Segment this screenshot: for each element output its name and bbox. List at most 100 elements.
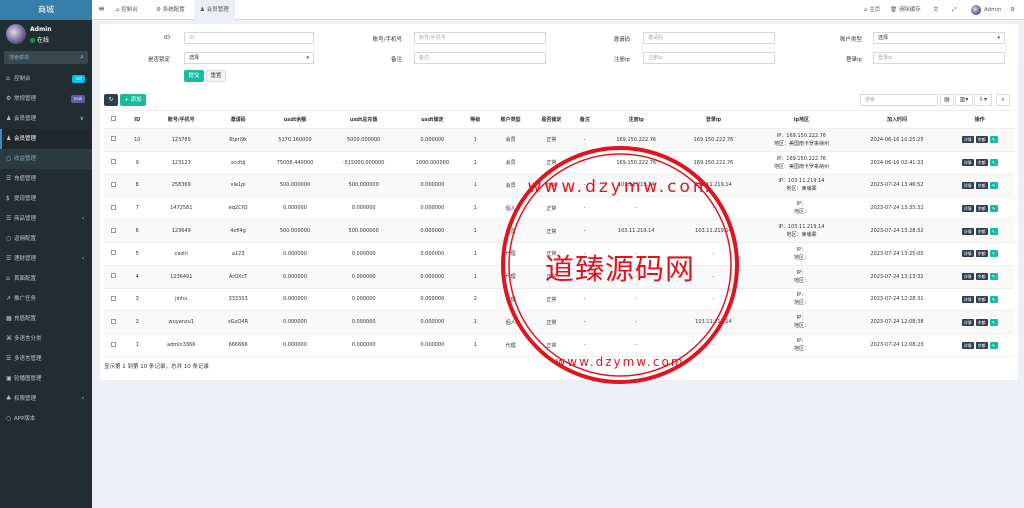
row-checkbox-cell[interactable] [104,151,124,175]
row-checkbox[interactable] [111,295,117,301]
balance-button[interactable]: 余额 [975,227,988,235]
reset-button[interactable]: 重置 [206,70,226,82]
detail-button[interactable]: 详情 [961,341,974,349]
pencil-icon[interactable]: ✎ [989,181,998,189]
balance-button[interactable]: 余额 [975,341,988,349]
pencil-icon[interactable]: ✎ [989,341,998,349]
row-checkbox[interactable] [111,159,117,165]
sidebar-item-14[interactable]: ☰ 多语言管理 [0,349,92,369]
row-checkbox[interactable] [111,341,117,347]
detail-button[interactable]: 详情 [961,273,974,281]
row-checkbox[interactable] [111,227,117,233]
row-checkbox[interactable] [111,318,117,324]
filter-account-type-select[interactable]: 选择 ▾ [873,32,1005,44]
detail-button[interactable]: 详情 [961,295,974,303]
sidebar-item-11[interactable]: ↗ 推广任务 [0,289,92,309]
search-icon[interactable]: ⌕ [996,94,1010,106]
row-checkbox-cell[interactable] [104,196,124,221]
balance-button[interactable]: 余额 [975,318,988,326]
refresh-button[interactable]: ↻ [104,94,118,106]
row-checkbox[interactable] [111,273,117,279]
sidebar-item-9[interactable]: ☰ 理财管理 ‹ [0,249,92,269]
tab-dashboard[interactable]: ⌂ 控制台 [110,0,144,20]
row-checkbox-cell[interactable] [104,310,124,335]
sidebar-item-12[interactable]: ▦ 充值配置 [0,309,92,329]
clear-cache-button[interactable]: 🗑 清除缓存 [890,0,921,20]
filter-reg-ip-input[interactable]: 注册ip [643,52,775,64]
balance-button[interactable]: 余额 [975,250,988,258]
sidebar-item-8[interactable]: ○ 返佣配置 [0,229,92,249]
row-checkbox-cell[interactable] [104,333,124,357]
pencil-icon[interactable]: ✎ [989,136,998,144]
sidebar-item-16[interactable]: ♣ 权限管理 ‹ [0,389,92,409]
detail-button[interactable]: 详情 [961,227,974,235]
columns-icon[interactable]: ▥▾ [955,94,973,106]
sidebar-item-3[interactable]: ♟ 会员管理 [0,129,92,149]
row-checkbox-cell[interactable] [104,219,124,243]
pencil-icon[interactable]: ✎ [989,250,998,258]
fullscreen-icon[interactable]: ⤢ [952,0,956,20]
row-checkbox-cell[interactable] [104,288,124,312]
row-checkbox-cell[interactable] [104,265,124,289]
tab-member-management[interactable]: ♟ 会员管理 [194,0,235,20]
row-checkbox-cell[interactable] [104,174,124,198]
balance-button[interactable]: 余额 [975,159,988,167]
pencil-icon[interactable]: ✎ [989,295,998,303]
sidebar-item-17[interactable]: ○ APP版本 [0,409,92,429]
detail-button[interactable]: 详情 [961,159,974,167]
row-checkbox-cell[interactable] [104,128,124,152]
detail-button[interactable]: 详情 [961,204,974,212]
sidebar-search-input[interactable]: 搜索菜单 ⌕ [4,51,88,64]
detail-button[interactable]: 详情 [961,136,974,144]
filter-invite-input[interactable]: 邀请码 [643,32,775,44]
sidebar-item-6[interactable]: $ 提现管理 [0,189,92,209]
pencil-icon[interactable]: ✎ [989,318,998,326]
sidebar-item-13[interactable]: ⌘ 多语言分类 [0,329,92,349]
sidebar-item-15[interactable]: ▣ 轮播图管理 [0,369,92,389]
sidebar-item-10[interactable]: ⌂ 首面配置 [0,269,92,289]
sidebar-item-0[interactable]: ⌂ 控制台 hot [0,69,92,89]
menu-toggle-icon[interactable]: ≡ [98,4,105,13]
sidebar-item-7[interactable]: ☰ 商品管理 ‹ [0,209,92,229]
balance-button[interactable]: 余额 [975,181,988,189]
language-icon[interactable]: 文 [933,0,939,20]
row-checkbox[interactable] [111,204,117,210]
balance-button[interactable]: 余额 [975,273,988,281]
sidebar-item-2[interactable]: ♟ 会员管理 ∨ [0,109,92,129]
sidebar-item-5[interactable]: ☰ 充值管理 [0,169,92,189]
export-icon[interactable]: ⇩▾ [974,94,992,106]
table-search-input[interactable]: 搜索 [860,94,938,106]
pencil-icon[interactable]: ✎ [989,273,998,281]
balance-button[interactable]: 余额 [975,295,988,303]
row-checkbox[interactable] [111,181,117,187]
balance-button[interactable]: 余额 [975,204,988,212]
top-avatar[interactable] [971,5,981,15]
pencil-icon[interactable]: ✎ [989,227,998,235]
pencil-icon[interactable]: ✎ [989,159,998,167]
home-link[interactable]: ⌂ 主页 [864,0,880,20]
filter-account-input[interactable]: 账号/手机号 [414,32,546,44]
detail-button[interactable]: 详情 [961,250,974,258]
column-header[interactable] [104,110,124,129]
submit-button[interactable]: 提交 [184,70,204,82]
row-checkbox[interactable] [111,136,117,142]
add-button[interactable]: + 添加 [120,94,146,106]
row-checkbox-cell[interactable] [104,242,124,266]
balance-button[interactable]: 余额 [975,136,988,144]
filter-id-input[interactable]: ID [184,32,314,44]
filter-remark-input[interactable]: 备注 [414,52,546,64]
sidebar-item-4[interactable]: ○ 收益管理 [0,149,92,169]
toggle-view-icon[interactable]: ▤ [940,94,954,106]
top-user-name[interactable]: Admin [984,0,1002,20]
detail-button[interactable]: 详情 [961,181,974,189]
row-checkbox[interactable] [111,250,117,256]
brand-logo[interactable]: 商城 [0,0,92,20]
detail-button[interactable]: 详情 [961,318,974,326]
search-icon[interactable]: ⌕ [80,53,84,62]
select-all-checkbox[interactable] [111,116,117,121]
pencil-icon[interactable]: ✎ [989,204,998,212]
filter-locked-select[interactable]: 选择 ▾ [184,52,314,64]
sidebar-item-1[interactable]: ⚙ 常规管理 new [0,89,92,109]
filter-login-ip-input[interactable]: 登录ip [873,52,1005,64]
settings-icon[interactable]: ⚙ [1010,0,1015,20]
